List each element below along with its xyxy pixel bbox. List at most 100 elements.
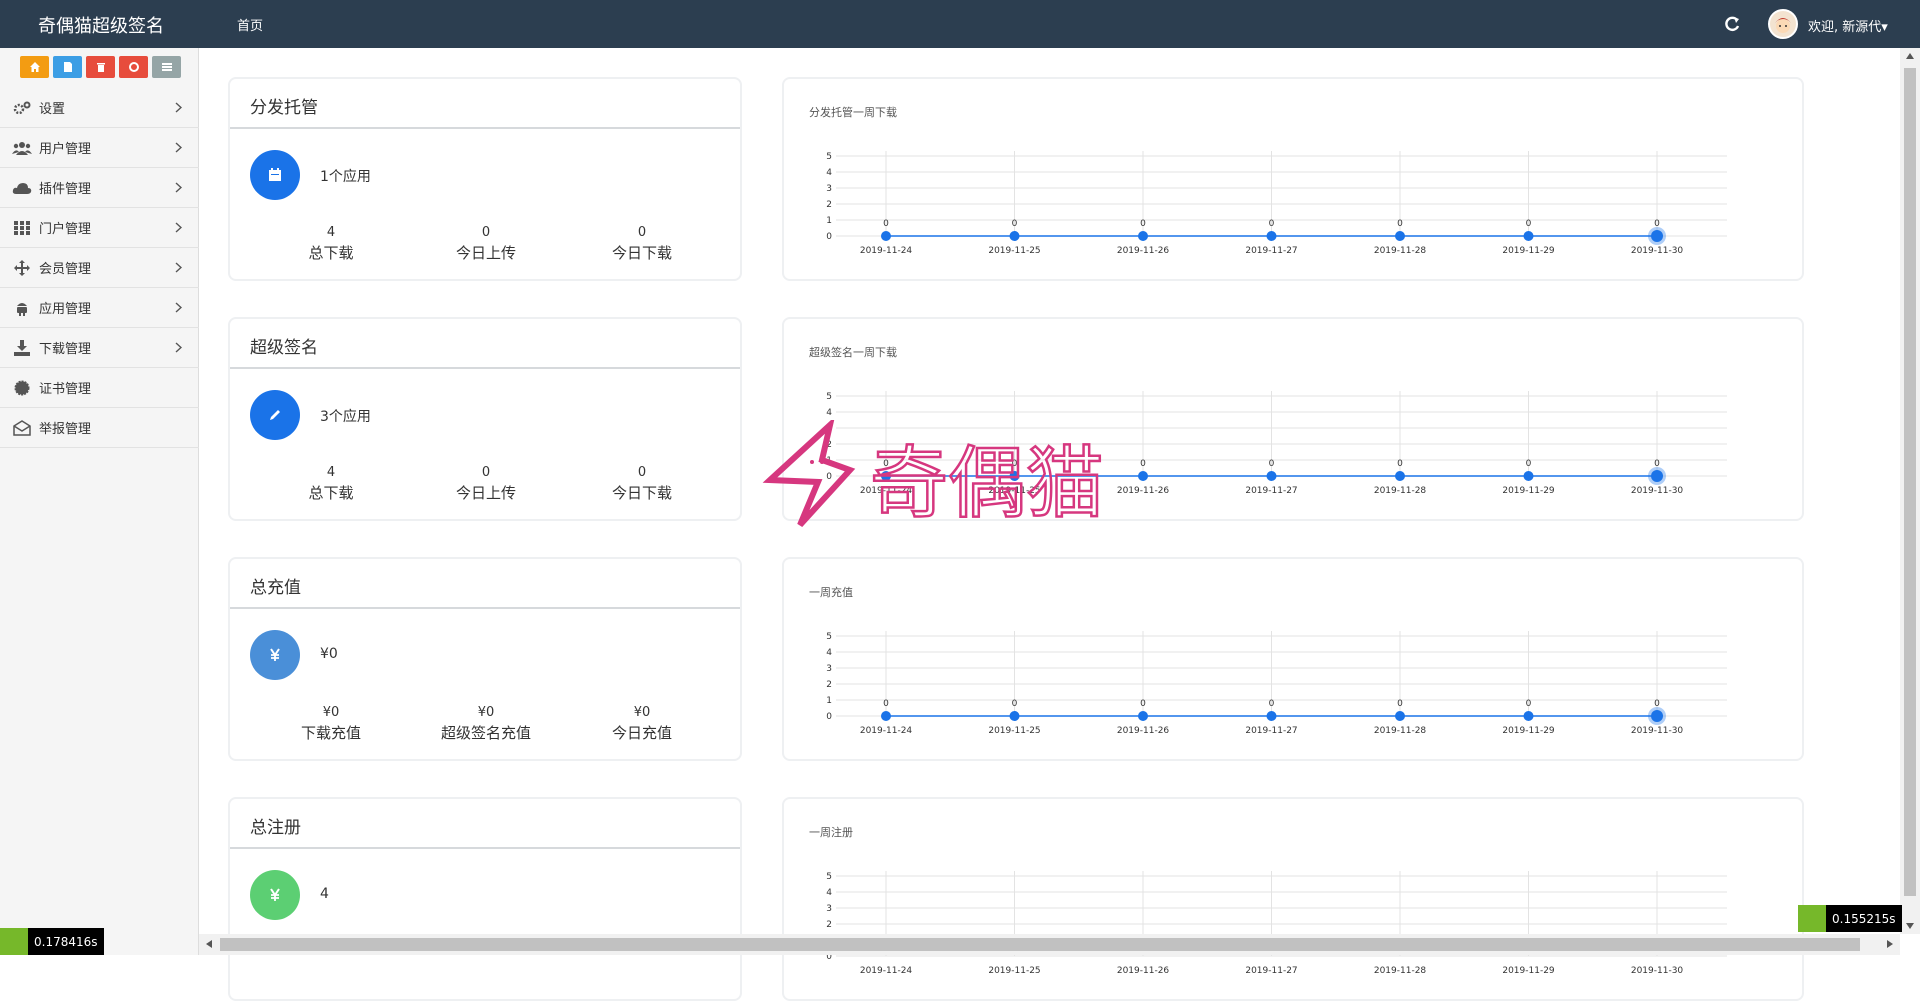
x-tick-label: 2019-11-30 bbox=[1631, 246, 1684, 256]
scroll-up-icon[interactable] bbox=[1906, 53, 1914, 59]
data-point bbox=[1266, 231, 1277, 241]
horizontal-scrollbar[interactable] bbox=[199, 934, 1900, 955]
home-button[interactable] bbox=[20, 56, 49, 78]
scroll-down-icon[interactable] bbox=[1906, 923, 1914, 929]
horizontal-scroll-thumb[interactable] bbox=[220, 938, 1860, 951]
download-icon bbox=[12, 339, 32, 356]
chevron-right-icon bbox=[175, 102, 183, 117]
stat-label: 下载充值 bbox=[300, 724, 361, 742]
app-count: 3个应用 bbox=[320, 409, 371, 425]
trash-button[interactable] bbox=[86, 56, 115, 78]
x-tick-label: 2019-11-29 bbox=[1502, 246, 1555, 256]
list-button[interactable] bbox=[152, 56, 181, 78]
sidebar-item-label: 设置 bbox=[39, 102, 66, 117]
panel-distribution: 分发托管 1个应用 4 总下载 0 今日上传 0 今日下载 bbox=[228, 77, 742, 281]
stat-value: ¥0 bbox=[633, 705, 651, 720]
stat-value: 0 bbox=[481, 225, 491, 240]
sidebar-item-reports[interactable]: 举报管理 bbox=[0, 408, 199, 448]
sidebar-item-label: 证书管理 bbox=[39, 382, 92, 397]
line-chart: 0123452019-11-242019-11-252019-11-262019… bbox=[826, 631, 1727, 736]
data-label: 0 bbox=[1012, 699, 1018, 709]
user-menu-dropdown[interactable]: 欢迎, 新源代▾ bbox=[1808, 16, 1888, 35]
line-chart: 0123452019-11-242019-11-252019-11-262019… bbox=[826, 871, 1727, 976]
sidebar-item-label: 下载管理 bbox=[39, 342, 92, 357]
stat-total-downloads: 4 总下载 bbox=[256, 464, 406, 504]
stat-download-recharge: ¥0 下载充值 bbox=[256, 704, 406, 744]
data-label: 0 bbox=[1526, 699, 1532, 709]
scroll-left-icon[interactable] bbox=[206, 940, 212, 948]
svg-text:奇偶猫: 奇偶猫 bbox=[870, 439, 1104, 529]
panel-title: 分发托管 bbox=[230, 79, 740, 129]
stat-today-recharge: ¥0 今日充值 bbox=[567, 704, 717, 744]
chart-card-registrations: 一周注册 0123452019-11-242019-11-252019-11-2… bbox=[782, 797, 1804, 1001]
sidebar-item-apps[interactable]: 应用管理 bbox=[0, 288, 199, 328]
sidebar-item-settings[interactable]: 设置 bbox=[0, 88, 199, 128]
panel-registrations: 总注册 4 bbox=[228, 797, 742, 1001]
yen-icon bbox=[250, 630, 300, 680]
app-count: 1个应用 bbox=[320, 169, 371, 185]
chevron-right-icon bbox=[175, 342, 183, 357]
sidebar-item-downloads[interactable]: 下载管理 bbox=[0, 328, 199, 368]
x-tick-label: 2019-11-28 bbox=[1374, 246, 1427, 256]
data-label: 0 bbox=[1397, 219, 1403, 229]
x-tick-label: 2019-11-24 bbox=[860, 966, 913, 976]
stat-value: 0 bbox=[481, 465, 491, 480]
data-label: 0 bbox=[1269, 459, 1275, 469]
registration-total: 4 bbox=[320, 886, 329, 902]
sidebar-item-certificates[interactable]: 证书管理 bbox=[0, 368, 199, 408]
x-tick-label: 2019-11-27 bbox=[1245, 966, 1297, 976]
data-point bbox=[1523, 471, 1534, 481]
data-label: 0 bbox=[1526, 219, 1532, 229]
stat-label: 今日上传 bbox=[455, 484, 516, 502]
x-tick-label: 2019-11-28 bbox=[1374, 966, 1427, 976]
refresh-icon[interactable] bbox=[1722, 14, 1742, 34]
data-point bbox=[1651, 230, 1663, 242]
sidebar-item-users[interactable]: 用户管理 bbox=[0, 128, 199, 168]
stat-label: 超级签名充值 bbox=[440, 724, 531, 742]
data-label: 0 bbox=[1654, 699, 1660, 709]
y-tick-label: 0 bbox=[826, 232, 832, 242]
data-label: 0 bbox=[1269, 699, 1275, 709]
data-label: 0 bbox=[1526, 459, 1532, 469]
data-point bbox=[1651, 710, 1663, 722]
data-label: 0 bbox=[1654, 219, 1660, 229]
data-label: 0 bbox=[1397, 459, 1403, 469]
vertical-scrollbar[interactable] bbox=[1900, 48, 1920, 934]
file-button[interactable] bbox=[53, 56, 82, 78]
data-label: 0 bbox=[1397, 699, 1403, 709]
y-tick-label: 2 bbox=[826, 920, 832, 930]
arrows-icon bbox=[12, 259, 32, 276]
android-icon bbox=[12, 300, 32, 316]
data-label: 0 bbox=[1140, 459, 1146, 469]
x-tick-label: 2019-11-25 bbox=[988, 246, 1040, 256]
stat-today-uploads: 0 今日上传 bbox=[411, 224, 561, 264]
sidebar-item-members[interactable]: 会员管理 bbox=[0, 248, 199, 288]
nav-home-link[interactable]: 首页 bbox=[237, 15, 263, 34]
sidebar-item-portal[interactable]: 门户管理 bbox=[0, 208, 199, 248]
data-point bbox=[1395, 231, 1405, 241]
watermark-logo: 奇偶猫 bbox=[760, 416, 1130, 534]
list-icon bbox=[161, 63, 172, 71]
x-tick-label: 2019-11-25 bbox=[988, 966, 1040, 976]
stat-label: 总下载 bbox=[308, 244, 354, 262]
file-icon bbox=[63, 62, 72, 72]
yen-icon bbox=[250, 870, 300, 920]
gears-icon bbox=[12, 100, 32, 116]
y-tick-label: 5 bbox=[826, 392, 832, 402]
stat-value: 4 bbox=[326, 225, 336, 240]
stat-value: 0 bbox=[637, 465, 647, 480]
panel-super-sign: 超级签名 3个应用 4 总下载 0 今日上传 0 今日下载 bbox=[228, 317, 742, 521]
recycle-button[interactable] bbox=[119, 56, 148, 78]
x-tick-label: 2019-11-30 bbox=[1631, 486, 1684, 496]
panel-recharge: 总充值 ¥0 ¥0 下载充值 ¥0 超级签名充值 ¥0 今日充值 bbox=[228, 557, 742, 761]
user-avatar[interactable] bbox=[1768, 9, 1798, 39]
data-point bbox=[1651, 470, 1663, 482]
recharge-total: ¥0 bbox=[320, 646, 338, 662]
calendar-icon bbox=[250, 150, 300, 200]
y-tick-label: 5 bbox=[826, 632, 832, 642]
scroll-right-icon[interactable] bbox=[1887, 940, 1893, 948]
vertical-scroll-thumb[interactable] bbox=[1904, 68, 1916, 896]
brand-title[interactable]: 奇偶猫超级签名 bbox=[38, 12, 164, 38]
sidebar-item-plugins[interactable]: 插件管理 bbox=[0, 168, 199, 208]
chevron-right-icon bbox=[175, 182, 183, 197]
